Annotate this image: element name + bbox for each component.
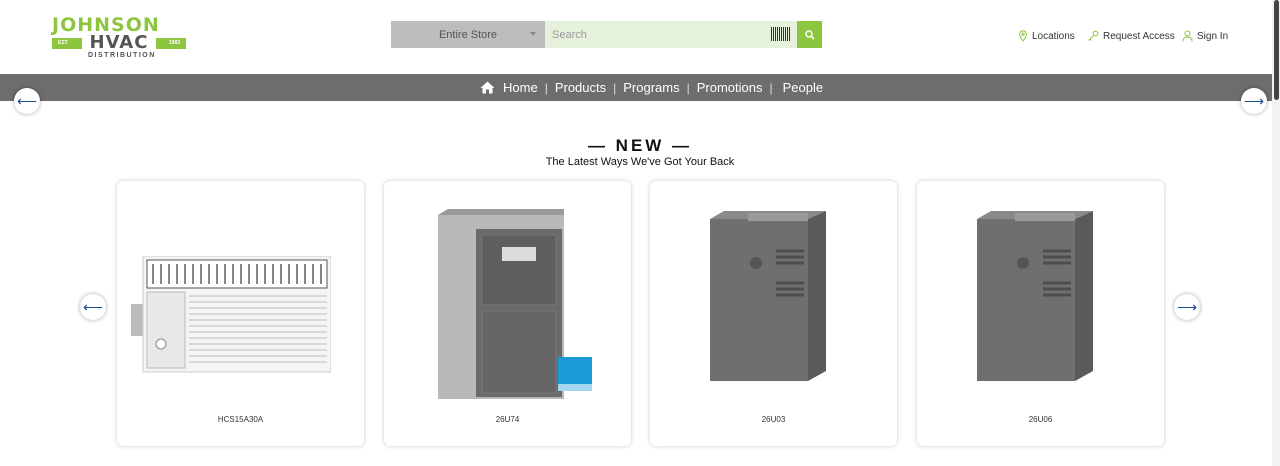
scrollbar-thumb[interactable]	[1274, 0, 1279, 100]
search-icon	[804, 29, 815, 40]
product-image-furnace	[977, 211, 1093, 381]
product-card[interactable]: 26U74	[384, 181, 631, 446]
product-image-furnace	[710, 211, 826, 381]
nav-people[interactable]: People	[783, 80, 823, 95]
main-nav: Home | Products | Programs | Promotions …	[0, 74, 1272, 101]
logo-year-label: 1983	[168, 40, 180, 46]
logo-wordmark-middle: HVAC	[89, 32, 149, 53]
arrow-right-icon: ⟶	[1176, 298, 1198, 315]
locations-link[interactable]: Locations	[1018, 30, 1075, 42]
location-pin-icon	[1018, 30, 1028, 42]
section-title: — NEW —	[587, 136, 693, 155]
nav-home-label: Home	[503, 80, 538, 95]
product-sku[interactable]: 26U03	[650, 415, 897, 424]
product-card[interactable]: 26U06	[917, 181, 1164, 446]
carousel-prev-button[interactable]: ⟵	[80, 294, 106, 320]
product-image-window-ac	[131, 256, 331, 373]
barcode-icon[interactable]	[771, 27, 790, 41]
search-button[interactable]	[797, 21, 822, 48]
nav-products[interactable]: Products	[555, 80, 606, 95]
request-access-link[interactable]: Request Access	[1087, 30, 1175, 42]
nav-promotions[interactable]: Promotions	[697, 80, 763, 95]
logo-subtitle: DISTRIBUTION	[88, 52, 156, 59]
product-card[interactable]: HCS15A30A	[117, 181, 364, 446]
logo-est-label: EST.	[58, 40, 69, 46]
search-bar: Entire Store	[391, 21, 822, 48]
search-input[interactable]	[545, 21, 797, 48]
product-sku[interactable]: 26U06	[917, 415, 1164, 424]
search-scope-dropdown[interactable]: Entire Store	[391, 21, 545, 48]
nav-separator: |	[544, 80, 548, 95]
request-access-label: Request Access	[1103, 30, 1175, 42]
banner-prev-button[interactable]: ⟵	[14, 88, 40, 114]
carousel-next-button[interactable]: ⟶	[1174, 294, 1200, 320]
arrow-left-icon: ⟵	[82, 298, 104, 315]
user-icon	[1182, 30, 1193, 42]
nav-separator: |	[769, 80, 773, 95]
section-subtitle: The Latest Ways We've Got Your Back	[545, 156, 735, 168]
key-icon	[1088, 30, 1099, 41]
nav-separator: |	[686, 80, 690, 95]
nav-links: Home | Products | Programs | Promotions …	[480, 74, 823, 101]
site-header: JOHNSON EST. HVAC 1983 DISTRIBUTION Enti…	[0, 0, 1272, 74]
nav-programs[interactable]: Programs	[623, 80, 679, 95]
product-card[interactable]: 26U03	[650, 181, 897, 446]
sign-in-link[interactable]: Sign In	[1182, 30, 1228, 42]
banner-next-button[interactable]: ⟶	[1241, 88, 1267, 114]
logo-middle: EST. HVAC 1983	[52, 32, 186, 53]
product-sku[interactable]: HCS15A30A	[117, 415, 364, 424]
company-logo[interactable]: JOHNSON EST. HVAC 1983 DISTRIBUTION	[52, 16, 188, 59]
chevron-down-icon	[530, 32, 536, 36]
sign-in-label: Sign In	[1197, 30, 1229, 42]
arrow-left-icon: ⟵	[16, 92, 38, 109]
search-scope-value: Entire Store	[438, 28, 498, 41]
product-sku[interactable]: 26U74	[384, 415, 631, 424]
arrow-right-icon: ⟶	[1243, 92, 1265, 109]
page-scrollbar[interactable]	[1272, 0, 1280, 466]
product-image-furnace	[438, 209, 592, 399]
nav-separator: |	[613, 80, 617, 95]
locations-label: Locations	[1032, 30, 1075, 42]
nav-home[interactable]: Home	[480, 80, 538, 95]
home-icon	[480, 81, 495, 94]
